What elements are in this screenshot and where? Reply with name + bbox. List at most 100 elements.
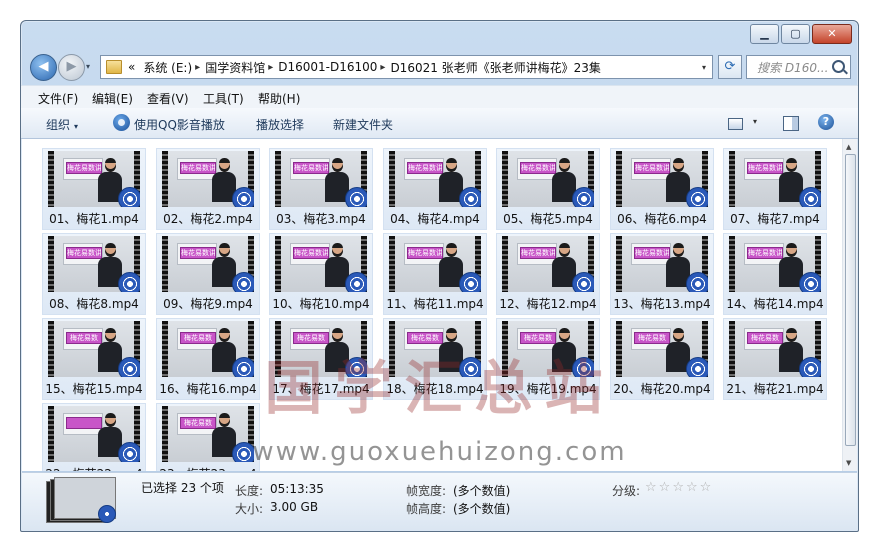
title-card: 梅花易数: [66, 332, 102, 344]
maximize-button[interactable]: ▢: [781, 24, 810, 44]
file-item[interactable]: 梅花易数讲座 11、梅花11.mp4: [383, 233, 487, 315]
file-item[interactable]: 梅花易数讲座 04、梅花4.mp4: [383, 148, 487, 230]
file-name: 10、梅花10.mp4: [272, 297, 370, 311]
menu-view[interactable]: 查看(V): [147, 90, 189, 107]
preview-pane-icon[interactable]: [783, 116, 799, 131]
star-icon[interactable]: ☆: [645, 481, 657, 494]
video-reel-icon: [459, 187, 481, 207]
file-item[interactable]: 梅花易数讲座 13、梅花13.mp4: [610, 233, 714, 315]
title-card: [66, 417, 102, 429]
close-button[interactable]: ✕: [812, 24, 852, 44]
scroll-down-arrow-icon[interactable]: ▼: [846, 459, 851, 467]
file-item[interactable]: 梅花易数讲座 02、梅花2.mp4: [156, 148, 260, 230]
breadcrumb-library[interactable]: 国学资料馆: [205, 59, 265, 76]
change-view-icon[interactable]: [728, 118, 743, 130]
window-controls: ▁ ▢ ✕: [748, 24, 852, 44]
size-value: 3.00 GB: [270, 500, 319, 514]
file-item[interactable]: 梅花易数讲座 01、梅花1.mp4: [42, 148, 146, 230]
back-button[interactable]: ◀: [30, 54, 57, 81]
title-card: 梅花易数讲座: [293, 247, 329, 259]
search-box[interactable]: 搜索 D160...: [746, 55, 851, 79]
star-icon[interactable]: ☆: [686, 481, 698, 494]
breadcrumb-range[interactable]: D16001-D16100: [278, 60, 377, 74]
chevron-right-icon[interactable]: ▸: [268, 62, 273, 73]
file-item[interactable]: 梅花易数 18、梅花18.mp4: [383, 318, 487, 400]
folder-icon: [106, 60, 122, 74]
chevron-right-icon[interactable]: ▸: [195, 62, 200, 73]
forward-button[interactable]: ▶: [58, 54, 85, 81]
new-folder-button[interactable]: 新建文件夹: [333, 116, 393, 133]
title-card: 梅花易数讲座: [66, 247, 102, 259]
file-item[interactable]: 梅花易数讲座 06、梅花6.mp4: [610, 148, 714, 230]
title-card: 梅花易数讲座: [634, 162, 670, 174]
recent-pages-dropdown[interactable]: ▾: [86, 62, 90, 71]
file-item[interactable]: 梅花易数讲座 07、梅花7.mp4: [723, 148, 827, 230]
chevron-right-icon[interactable]: ▸: [380, 62, 385, 73]
selection-count: 已选择 23 个项: [141, 481, 224, 495]
file-item[interactable]: 梅花易数 16、梅花16.mp4: [156, 318, 260, 400]
file-item[interactable]: 梅花易数讲座 10、梅花10.mp4: [269, 233, 373, 315]
file-name: 08、梅花8.mp4: [49, 297, 139, 311]
menu-edit[interactable]: 编辑(E): [92, 90, 133, 107]
star-icon[interactable]: ☆: [672, 481, 684, 494]
view-options-dropdown[interactable]: ▾: [753, 117, 757, 126]
help-icon[interactable]: ?: [818, 114, 834, 130]
file-item[interactable]: 梅花易数讲座 03、梅花3.mp4: [269, 148, 373, 230]
video-thumbnail: 梅花易数: [162, 406, 254, 462]
play-selection-button[interactable]: 播放选择: [256, 116, 304, 133]
search-placeholder: 搜索 D160...: [757, 61, 829, 75]
address-dropdown-icon[interactable]: ▾: [702, 63, 706, 72]
title-bar[interactable]: ▁ ▢ ✕: [21, 21, 858, 49]
frame-height-label: 帧高度:: [406, 502, 447, 516]
file-name: 13、梅花13.mp4: [613, 297, 711, 311]
menu-file[interactable]: 文件(F): [38, 90, 78, 107]
video-thumbnail: 梅花易数: [729, 321, 821, 377]
address-bar[interactable]: « 系统 (E:) ▸ 国学资料馆 ▸ D16001-D16100 ▸ D160…: [100, 55, 713, 79]
file-item[interactable]: 22、梅花22.mp4: [42, 403, 146, 471]
file-name: 09、梅花9.mp4: [163, 297, 253, 311]
menu-help[interactable]: 帮助(H): [258, 90, 300, 107]
file-item[interactable]: 梅花易数讲座 09、梅花9.mp4: [156, 233, 260, 315]
file-item[interactable]: 梅花易数 17、梅花17.mp4: [269, 318, 373, 400]
file-item[interactable]: 梅花易数 15、梅花15.mp4: [42, 318, 146, 400]
video-reel-icon: [345, 272, 367, 292]
video-reel-icon: [572, 357, 594, 377]
address-row: ◀ ▶ ▾ « 系统 (E:) ▸ 国学资料馆 ▸ D16001-D16100 …: [21, 51, 858, 83]
file-item[interactable]: 梅花易数 21、梅花21.mp4: [723, 318, 827, 400]
title-card: 梅花易数: [520, 332, 556, 344]
organize-button[interactable]: 组织 ▾: [46, 116, 78, 133]
refresh-icon: ⟳: [724, 59, 736, 74]
play-with-qq-button[interactable]: 使用QQ影音播放: [134, 116, 225, 133]
file-list-pane[interactable]: 梅花易数讲座 01、梅花1.mp4 梅花易数讲座 02、梅花2.mp4 梅花易数讲座 03…: [22, 139, 857, 471]
star-icon[interactable]: ☆: [700, 481, 712, 494]
vertical-scrollbar[interactable]: ▲ ▼: [842, 139, 857, 471]
file-item[interactable]: 梅花易数讲座 14、梅花14.mp4: [723, 233, 827, 315]
menu-tools[interactable]: 工具(T): [203, 90, 244, 107]
scrollbar-thumb[interactable]: [845, 154, 856, 446]
file-item[interactable]: 梅花易数讲座 12、梅花12.mp4: [496, 233, 600, 315]
title-card: 梅花易数讲座: [407, 247, 443, 259]
video-reel-icon: [232, 187, 254, 207]
command-bar: 组织 ▾ 使用QQ影音播放 播放选择 新建文件夹 ▾ ?: [21, 108, 858, 139]
breadcrumb-current-folder[interactable]: D16021 张老师《张老师讲梅花》23集: [390, 59, 601, 76]
rating-stars[interactable]: ☆ ☆ ☆ ☆ ☆: [645, 481, 713, 494]
file-item[interactable]: 梅花易数 20、梅花20.mp4: [610, 318, 714, 400]
file-item[interactable]: 梅花易数 19、梅花19.mp4: [496, 318, 600, 400]
refresh-button[interactable]: ⟳: [718, 55, 742, 79]
file-item[interactable]: 梅花易数讲座 08、梅花8.mp4: [42, 233, 146, 315]
file-name: 19、梅花19.mp4: [499, 382, 597, 396]
scroll-up-arrow-icon[interactable]: ▲: [846, 143, 851, 151]
file-item[interactable]: 梅花易数 23、梅花23.mp4: [156, 403, 260, 471]
file-item[interactable]: 梅花易数讲座 05、梅花5.mp4: [496, 148, 600, 230]
video-reel-icon: [459, 357, 481, 377]
address-prefix[interactable]: «: [128, 60, 135, 74]
breadcrumb-drive[interactable]: 系统 (E:): [143, 59, 192, 76]
search-icon[interactable]: [832, 60, 845, 73]
minimize-button[interactable]: ▁: [750, 24, 779, 44]
minimize-icon: ▁: [760, 27, 769, 40]
file-name: 22、梅花22.mp4: [43, 465, 145, 471]
video-reel-icon: [118, 272, 140, 292]
file-name: 14、梅花14.mp4: [726, 297, 824, 311]
file-name: 16、梅花16.mp4: [159, 382, 257, 396]
star-icon[interactable]: ☆: [659, 481, 671, 494]
